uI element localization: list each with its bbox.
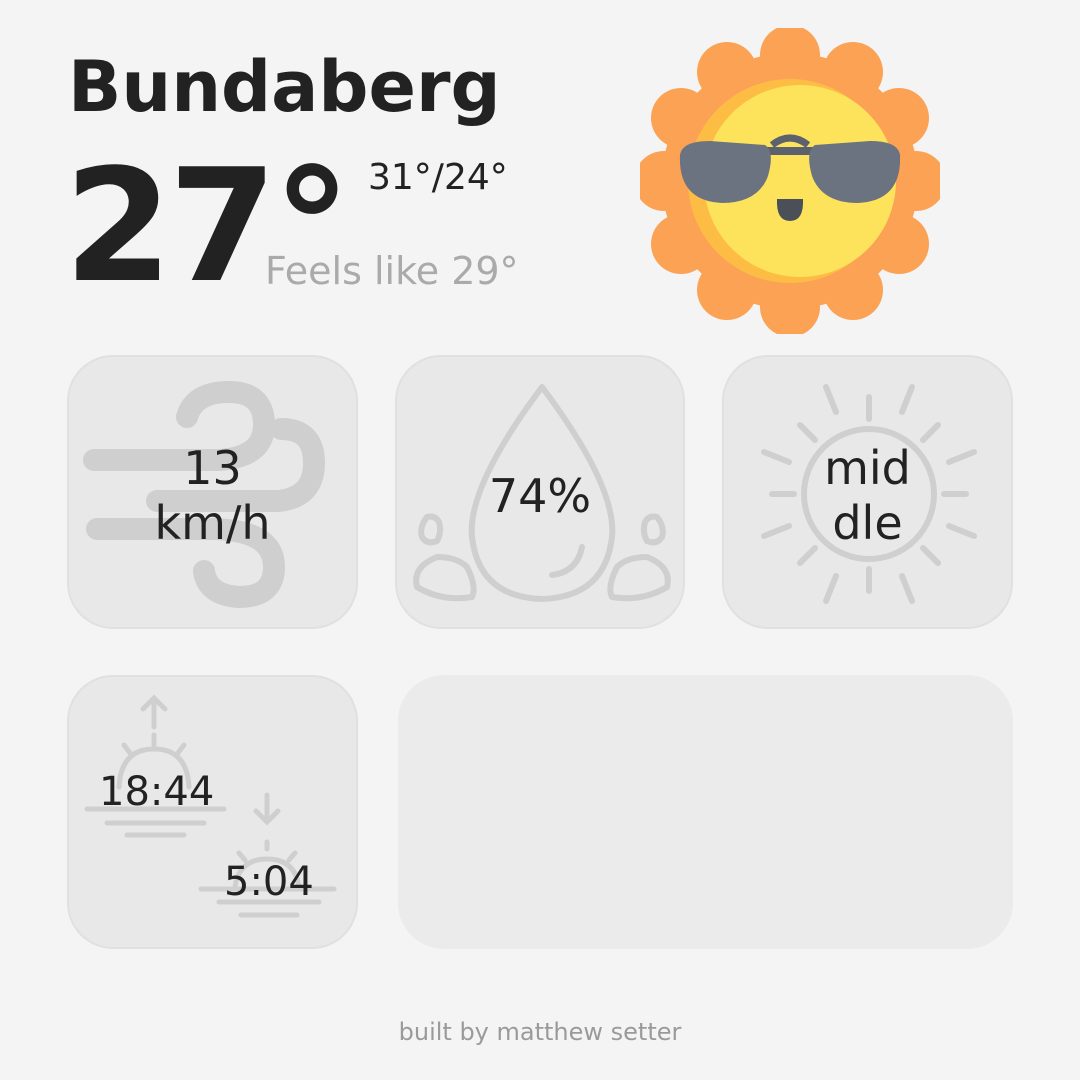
humidity-card: 74% [395, 355, 685, 629]
uv-index-card: mid dle [722, 355, 1013, 629]
uv-index-value-line1: mid [824, 441, 911, 495]
footer-credit: built by matthew setter [398, 1018, 682, 1046]
feels-like-temperature: Feels like 29° [265, 249, 519, 293]
wind-speed-unit: km/h [154, 496, 271, 550]
sunrise-time: 5:04 [224, 859, 314, 905]
sunset-time: 18:44 [99, 769, 215, 815]
wind-card: 13 km/h [67, 355, 358, 629]
sun-times-card: 18:44 5:04 [67, 675, 358, 949]
empty-forecast-panel [398, 675, 1013, 949]
high-low-temperature: 31°/24° [368, 157, 508, 198]
sun-with-sunglasses-icon [640, 28, 940, 334]
wind-speed-value: 13 [183, 441, 242, 495]
uv-index-value-line2: dle [832, 496, 903, 550]
city-name: Bundaberg [68, 46, 501, 128]
humidity-value: 74% [488, 469, 592, 523]
